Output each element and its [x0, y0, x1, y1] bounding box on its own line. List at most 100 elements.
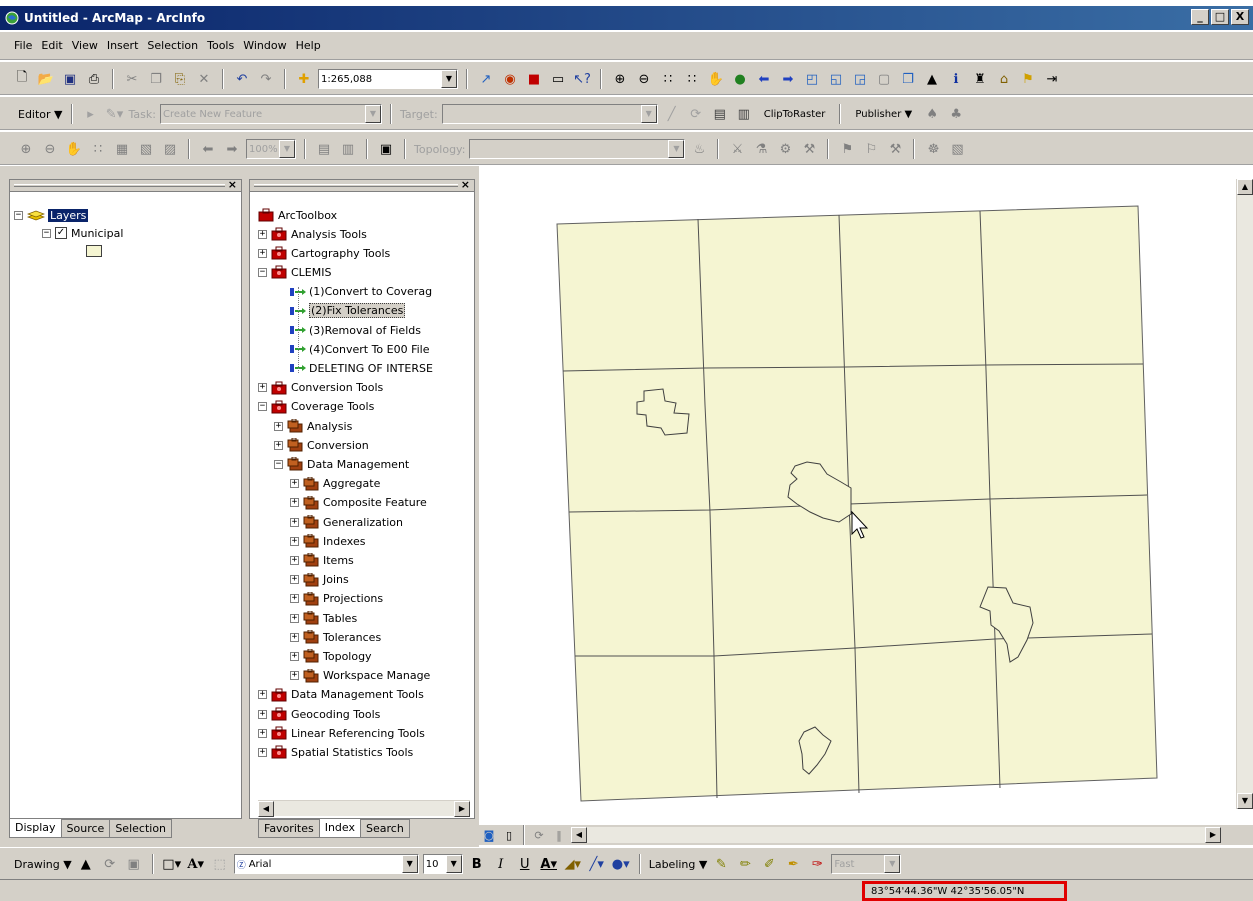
- toolbox-item[interactable]: + Items: [290, 551, 354, 569]
- select-arrow-icon[interactable]: ▲: [922, 69, 942, 89]
- error-inspector-icon[interactable]: ⚐: [861, 139, 881, 159]
- clear-selection-icon[interactable]: ◲: [850, 69, 870, 89]
- data-view-globe-icon[interactable]: ◙: [479, 825, 499, 845]
- previous-page-extent-icon[interactable]: ⬅: [198, 139, 218, 159]
- toolbox-item[interactable]: + Cartography Tools: [258, 244, 390, 262]
- tab-display[interactable]: Display: [9, 819, 62, 838]
- label-quality-combo[interactable]: Fast ▼: [831, 854, 902, 874]
- toolbox-item[interactable]: − Data Management: [274, 455, 409, 473]
- toc-root-row[interactable]: − Layers: [14, 206, 89, 224]
- chevron-down-icon[interactable]: ▼: [364, 105, 381, 123]
- toolbox-item[interactable]: + Topology: [290, 647, 372, 665]
- toolbox-item[interactable]: − Coverage Tools: [258, 398, 374, 416]
- tree-item-label[interactable]: (2)Fix Tolerances: [309, 303, 406, 319]
- attributes-icon[interactable]: ▤: [710, 104, 730, 124]
- task-combo[interactable]: Create New Feature ▼: [159, 104, 382, 124]
- tree-item-label[interactable]: Conversion: [307, 439, 369, 452]
- toolbox-item[interactable]: + Conversion: [274, 436, 369, 454]
- toolbox-root-row[interactable]: ArcToolbox: [258, 206, 337, 224]
- zoom-in-icon[interactable]: ⊕: [610, 69, 630, 89]
- chevron-down-icon[interactable]: ▼: [668, 140, 685, 158]
- open-folder-icon[interactable]: 📂: [36, 69, 56, 89]
- scroll-left-icon[interactable]: ◀: [571, 827, 587, 843]
- change-layout-icon[interactable]: ▣: [376, 139, 396, 159]
- tree-item-label[interactable]: (3)Removal of Fields: [309, 324, 421, 337]
- expand-icon[interactable]: +: [290, 479, 299, 489]
- toc-header[interactable]: ×: [10, 178, 241, 192]
- marker-color-icon[interactable]: ●▾: [611, 854, 631, 874]
- toolbox-hscroll[interactable]: ◀ ▶: [258, 800, 470, 817]
- tree-item-label[interactable]: Items: [323, 554, 354, 567]
- close-icon[interactable]: ×: [228, 178, 237, 191]
- menu-view[interactable]: View: [72, 39, 98, 52]
- font-color-icon[interactable]: A▾: [539, 854, 559, 874]
- toolbox-item[interactable]: + Tolerances: [290, 628, 381, 646]
- menu-selection[interactable]: Selection: [147, 39, 198, 52]
- expand-icon[interactable]: +: [258, 747, 267, 757]
- expand-icon[interactable]: +: [274, 440, 283, 450]
- chevron-down-icon[interactable]: ▼: [884, 855, 901, 873]
- delete-icon[interactable]: ✕: [194, 69, 214, 89]
- layer-name[interactable]: Municipal: [71, 227, 123, 240]
- font-size-combo[interactable]: 10 ▼: [422, 854, 463, 874]
- expand-icon[interactable]: +: [290, 632, 299, 642]
- arccatalog-icon[interactable]: ◉: [500, 69, 520, 89]
- sketch-properties-icon[interactable]: ▥: [734, 104, 754, 124]
- next-page-extent-icon[interactable]: ➡: [222, 139, 242, 159]
- tab-source[interactable]: Source: [60, 819, 111, 838]
- edit-tool-arrow-icon[interactable]: ▸: [81, 104, 101, 124]
- underline-button[interactable]: U: [515, 854, 535, 874]
- italic-button[interactable]: I: [491, 854, 511, 874]
- command-line-icon[interactable]: ▭: [548, 69, 568, 89]
- chevron-down-icon[interactable]: ▼: [401, 855, 418, 873]
- close-icon[interactable]: ×: [461, 178, 470, 191]
- toolbox-item[interactable]: + Analysis: [274, 417, 352, 435]
- toolbox-item[interactable]: + Aggregate: [290, 475, 380, 493]
- toolbox-item[interactable]: + Linear Referencing Tools: [258, 724, 425, 742]
- expand-icon[interactable]: +: [258, 690, 267, 700]
- expand-icon[interactable]: +: [258, 229, 267, 239]
- tree-item-label[interactable]: Generalization: [323, 516, 403, 529]
- identify-icon[interactable]: ℹ: [946, 69, 966, 89]
- collapse-icon[interactable]: −: [42, 228, 51, 238]
- redo-icon[interactable]: ↷: [256, 69, 276, 89]
- publisher-settings-icon[interactable]: ♣: [946, 104, 966, 124]
- close-button[interactable]: X: [1231, 9, 1249, 25]
- expand-icon[interactable]: +: [290, 594, 299, 604]
- drawing-menu[interactable]: Drawing ▼: [14, 858, 72, 871]
- zoom-to-selected-icon[interactable]: ▣: [124, 854, 144, 874]
- fix-topology-error-icon[interactable]: ⚑: [837, 139, 857, 159]
- label-priority-icon[interactable]: ✏: [735, 854, 755, 874]
- tree-item-label[interactable]: Projections: [323, 592, 383, 605]
- tree-item-label[interactable]: Conversion Tools: [291, 381, 383, 394]
- tree-item-label[interactable]: Topology: [323, 650, 372, 663]
- tab-index[interactable]: Index: [318, 819, 361, 838]
- scroll-right-icon[interactable]: ▶: [454, 801, 470, 817]
- measure-icon[interactable]: ⇥: [1042, 69, 1062, 89]
- toolbox-root-label[interactable]: ArcToolbox: [278, 209, 337, 222]
- copy-icon[interactable]: ❐: [146, 69, 166, 89]
- print-icon[interactable]: ⎙: [84, 69, 104, 89]
- label-manager-icon[interactable]: ✎: [711, 854, 731, 874]
- map-vscroll[interactable]: ▲ ▼: [1236, 179, 1253, 809]
- font-combo[interactable]: Ⓩ Arial ▼: [233, 854, 419, 874]
- find-route-icon[interactable]: ❐: [898, 69, 918, 89]
- view-unplaced-labels-icon[interactable]: ✑: [807, 854, 827, 874]
- tree-item-label[interactable]: CLEMIS: [291, 266, 331, 279]
- tree-item-label[interactable]: (4)Convert To E00 File: [309, 343, 430, 356]
- map-scale-combo[interactable]: 1:265,088 ▼: [318, 69, 458, 89]
- new-rectangle-icon[interactable]: □▾: [162, 854, 182, 874]
- zoom-whole-page-icon[interactable]: ∷: [88, 139, 108, 159]
- tool-item[interactable]: (3)Removal of Fields: [290, 321, 421, 339]
- lock-labels-icon[interactable]: ✒: [783, 854, 803, 874]
- toc-layer-row[interactable]: − ✓ Municipal: [42, 224, 123, 242]
- tree-item-label[interactable]: Joins: [323, 573, 349, 586]
- topology-combo[interactable]: ▼: [469, 139, 686, 159]
- fixed-zoom-page-out-icon[interactable]: ▨: [160, 139, 180, 159]
- tree-item-label[interactable]: DELETING OF INTERSE: [309, 362, 433, 375]
- chevron-down-icon[interactable]: ▼: [640, 105, 657, 123]
- toolbox-header[interactable]: ×: [250, 178, 474, 192]
- layer-select-icon[interactable]: ▢: [874, 69, 894, 89]
- tab-favorites[interactable]: Favorites: [258, 819, 320, 838]
- toolbox-grip[interactable]: [254, 184, 458, 187]
